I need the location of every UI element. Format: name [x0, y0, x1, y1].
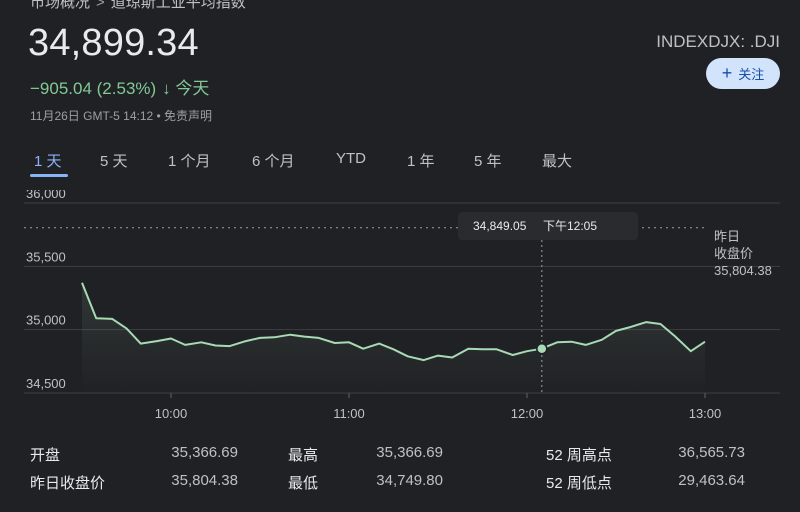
tab-1m[interactable]: 1 个月	[168, 150, 211, 171]
stat-value-prev-close: 35,804.38	[171, 472, 238, 489]
follow-button-label: 关注	[738, 67, 765, 82]
change-period: 今天	[175, 79, 210, 98]
quote-timestamp: 11月26日 GMT-5 14:12 • 免责声明	[30, 109, 213, 123]
tab-1y[interactable]: 1 年	[407, 150, 435, 171]
price-area	[82, 282, 705, 393]
stat-value-52w-low: 29,463.64	[678, 472, 745, 489]
y-tick-label: 36,000	[26, 190, 66, 201]
stat-value-low: 34,749.80	[376, 472, 443, 489]
tab-6m[interactable]: 6 个月	[252, 150, 295, 171]
previous-close-label: 昨日 收盘价 35,804.38	[714, 229, 772, 278]
tooltip-time: 下午12:05	[543, 219, 597, 233]
tab-5d[interactable]: 5 天	[100, 150, 128, 171]
stat-label-52w-high: 52 周高点	[546, 447, 612, 464]
stat-value-open: 35,366.69	[171, 444, 238, 461]
stat-label-low: 最低	[288, 475, 319, 492]
plus-icon: +	[721, 62, 733, 83]
x-tick-label: 11:00	[333, 406, 365, 420]
tab-ytd[interactable]: YTD	[336, 150, 366, 167]
active-tab-indicator	[30, 174, 68, 177]
x-tick-label: 12:00	[511, 406, 544, 420]
breadcrumb-separator: >	[96, 0, 105, 11]
breadcrumb: 市场概况 > 道琼斯工业平均指数	[30, 0, 246, 12]
x-tick-label: 10:00	[155, 406, 188, 420]
follow-button[interactable]: + 关注	[706, 58, 780, 89]
tooltip-value: 34,849.05	[473, 219, 527, 233]
hover-point	[536, 343, 548, 355]
tab-1d[interactable]: 1 天	[34, 150, 62, 171]
stat-label-open: 开盘	[30, 447, 61, 464]
prev-close-value: 35,804.38	[714, 263, 772, 278]
change-value: −905.04 (2.53%)	[30, 79, 157, 98]
stat-value-52w-high: 36,565.73	[678, 444, 745, 461]
tab-max[interactable]: 最大	[542, 150, 572, 171]
tab-5y[interactable]: 5 年	[474, 150, 502, 171]
y-tick-label: 34,500	[26, 376, 66, 391]
price-chart[interactable]: 36,000 35,500 35,000 34,500 10:00 11:00 12:00…	[0, 190, 800, 420]
x-tick-label: 13:00	[689, 406, 722, 420]
prev-close-label-2: 收盘价	[714, 246, 753, 261]
prev-close-label-1: 昨日	[714, 229, 740, 244]
stat-label-prev-close: 昨日收盘价	[30, 475, 106, 492]
arrow-down-icon: ↓	[162, 79, 171, 98]
stat-label-high: 最高	[288, 447, 319, 464]
quote-change: −905.04 (2.53%) ↓ 今天	[30, 74, 209, 99]
y-tick-label: 35,500	[26, 249, 66, 264]
y-tick-label: 35,000	[26, 313, 66, 328]
breadcrumb-item-market[interactable]: 市场概况	[30, 0, 90, 11]
breadcrumb-item-index: 道琼斯工业平均指数	[110, 0, 246, 11]
quote-price: 34,899.34	[28, 22, 199, 64]
hover-tooltip: 34,849.05 下午12:05	[458, 212, 638, 240]
ticker-symbol: INDEXDJX: .DJI	[656, 32, 780, 51]
stat-label-52w-low: 52 周低点	[546, 475, 612, 492]
stat-value-high: 35,366.69	[376, 444, 443, 461]
